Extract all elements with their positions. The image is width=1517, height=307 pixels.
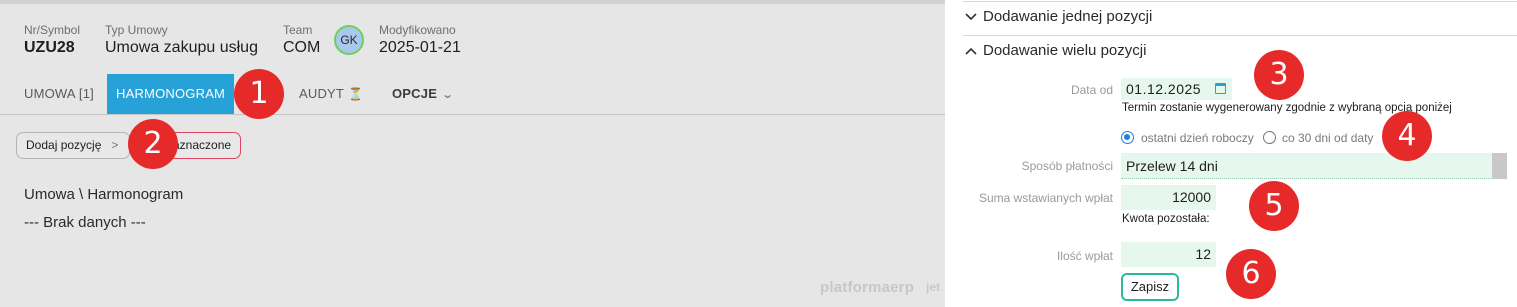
payment-method-value: Przelew 14 dni <box>1126 158 1218 174</box>
date-from-label: Data od <box>1070 83 1113 97</box>
payment-count-input[interactable]: 12 <box>1121 242 1216 267</box>
radio-every-30-days-label[interactable]: co 30 dni od daty <box>1282 131 1373 145</box>
section-multi-title: Dodawanie wielu pozycji <box>983 42 1147 59</box>
empty-state: --- Brak danych --- <box>24 214 146 231</box>
payment-method-label: Sposób płatności <box>1021 159 1113 173</box>
sum-payments-input[interactable]: 12000 <box>1121 185 1216 210</box>
add-position-label: Dodaj pozycję <box>26 138 102 152</box>
hourglass-icon: ⏳ <box>348 87 364 101</box>
tab-umowa[interactable]: UMOWA [1] <box>24 74 94 114</box>
tab-audyt-label: AUDYT <box>299 86 345 101</box>
radio-last-business-day[interactable] <box>1121 131 1134 144</box>
platformaerp-logo: platformaerp <box>820 279 915 296</box>
divider <box>963 35 1517 36</box>
team-label: Team <box>283 23 313 37</box>
sum-payments-label: Suma wstawianych wpłat <box>978 191 1113 205</box>
calendar-icon[interactable] <box>1215 83 1226 94</box>
section-single-title: Dodawanie jednej pozycji <box>983 8 1153 25</box>
modified-field: Modyfikowano 2025-01-21 <box>379 24 461 58</box>
team-value: COM <box>283 39 321 56</box>
save-button[interactable]: Zapisz <box>1121 273 1179 301</box>
date-from-input[interactable]: 01.12.2025 <box>1121 78 1232 100</box>
remaining-amount-label: Kwota pozostała: <box>1122 213 1210 225</box>
tab-opcje[interactable]: OPCJE ⌄ <box>392 74 454 114</box>
annotation-marker-6: 6 <box>1226 249 1276 299</box>
chevron-right-icon: > <box>111 138 119 152</box>
divider <box>963 1 1517 2</box>
nr-symbol-field: Nr/Symbol UZU28 <box>24 24 80 58</box>
tab-opcje-label: OPCJE <box>392 86 438 101</box>
section-single-position[interactable]: Dodawanie jednej pozycji <box>965 8 1152 25</box>
payment-count-label: Ilość wpłat <box>1056 249 1113 263</box>
radio-last-business-day-label[interactable]: ostatni dzień roboczy <box>1141 131 1254 145</box>
top-strip <box>0 0 945 4</box>
add-position-button[interactable]: Dodaj pozycję > <box>16 132 131 159</box>
tab-audyt[interactable]: AUDYT ⏳ <box>299 74 363 114</box>
annotation-marker-2: 2 <box>128 119 178 169</box>
modified-label: Modyfikowano <box>379 23 456 37</box>
section-multiple-positions[interactable]: Dodawanie wielu pozycji <box>965 42 1146 59</box>
nr-symbol-label: Nr/Symbol <box>24 23 81 37</box>
contract-type-field: Typ Umowy Umowa zakupu usług <box>105 24 258 58</box>
team-field: Team COM <box>283 24 320 58</box>
payment-method-select[interactable]: Przelew 14 dni <box>1121 153 1507 179</box>
contract-type-label: Typ Umowy <box>105 23 168 37</box>
annotation-marker-1: 1 <box>234 69 284 119</box>
modified-value: 2025-01-21 <box>379 39 461 56</box>
radio-every-30-days[interactable] <box>1263 131 1276 144</box>
annotation-marker-5: 5 <box>1249 181 1299 231</box>
tab-harmonogram[interactable]: HARMONOGRAM <box>107 74 235 114</box>
contract-type-value: Umowa zakupu usług <box>105 39 258 56</box>
partner-logo: jet <box>926 280 941 294</box>
annotation-marker-3: 3 <box>1254 50 1304 100</box>
chevron-down-icon: ⌄ <box>441 89 454 101</box>
delete-selected-label: aznaczone <box>173 138 232 152</box>
select-scrollbar[interactable] <box>1492 153 1507 179</box>
avatar[interactable]: GK <box>334 25 364 55</box>
chevron-up-icon <box>965 46 979 58</box>
date-from-value: 01.12.2025 <box>1126 81 1202 97</box>
annotation-marker-4: 4 <box>1382 111 1432 161</box>
chevron-down-icon <box>965 12 979 24</box>
tab-bar: UMOWA [1] HARMONOGRAM AUDYT ⏳ OPCJE ⌄ <box>0 74 945 115</box>
nr-symbol-value: UZU28 <box>24 39 75 56</box>
breadcrumb: Umowa \ Harmonogram <box>24 186 184 203</box>
